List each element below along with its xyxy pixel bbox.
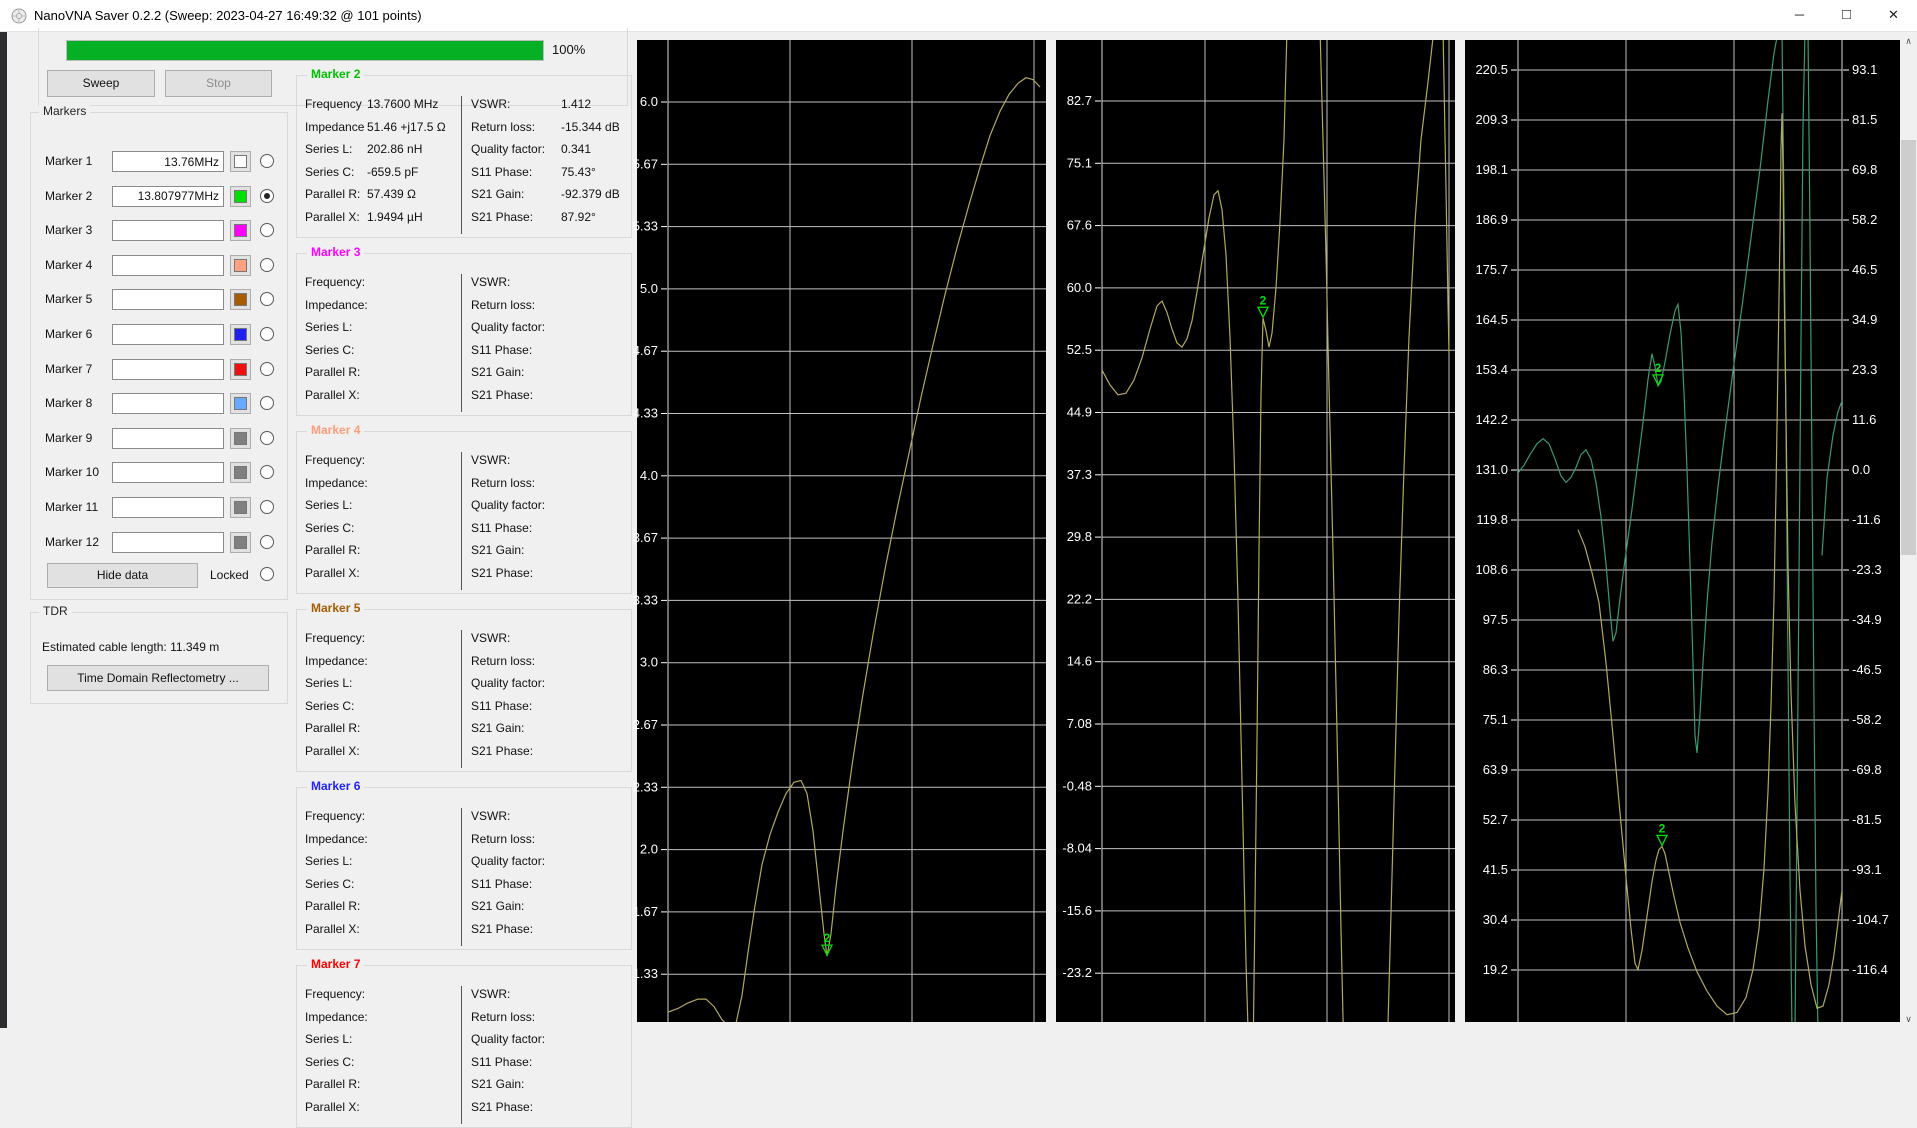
svg-text:67.6: 67.6 xyxy=(1067,218,1092,233)
scrollbar-thumb[interactable] xyxy=(1901,140,1916,555)
svg-text:2: 2 xyxy=(1659,821,1666,835)
svg-text:5.33: 5.33 xyxy=(633,219,658,234)
scrollbar-down-icon[interactable]: ∨ xyxy=(1900,1011,1917,1028)
charts-background xyxy=(637,40,1900,1022)
svg-text:2: 2 xyxy=(1260,293,1267,307)
svg-text:3.33: 3.33 xyxy=(633,592,658,607)
svg-text:3.0: 3.0 xyxy=(640,655,658,670)
svg-text:-34.9: -34.9 xyxy=(1852,612,1882,627)
marker-data-label: S21 Gain: xyxy=(471,1077,525,1091)
svg-text:198.1: 198.1 xyxy=(1475,162,1508,177)
svg-text:60.0: 60.0 xyxy=(1067,280,1092,295)
svg-text:4.67: 4.67 xyxy=(633,343,658,358)
svg-text:-93.1: -93.1 xyxy=(1852,862,1882,877)
svg-text:3.67: 3.67 xyxy=(633,530,658,545)
svg-text:-81.5: -81.5 xyxy=(1852,812,1882,827)
svg-text:81.5: 81.5 xyxy=(1852,112,1877,127)
svg-text:58.2: 58.2 xyxy=(1852,212,1877,227)
svg-text:30.4: 30.4 xyxy=(1483,912,1508,927)
svg-text:220.5: 220.5 xyxy=(1475,62,1508,77)
svg-text:142.2: 142.2 xyxy=(1475,412,1508,427)
scrollbar-up-icon[interactable]: ∧ xyxy=(1900,33,1917,50)
svg-text:6.0: 6.0 xyxy=(640,94,658,109)
marker-data-label: S11 Phase: xyxy=(471,1054,533,1069)
svg-text:-69.8: -69.8 xyxy=(1852,762,1882,777)
svg-text:44.9: 44.9 xyxy=(1067,405,1092,420)
charts-area[interactable]: 6.0 5.67 5.33 5.0 4.67 4.33 4.0 3.67 3.33 3.0 2.67… xyxy=(0,0,1917,1028)
marker-data-label: Quality factor: xyxy=(471,1032,546,1046)
svg-text:46.5: 46.5 xyxy=(1852,262,1877,277)
svg-text:2: 2 xyxy=(1655,361,1662,375)
svg-text:22.2: 22.2 xyxy=(1067,591,1092,606)
svg-text:1.33: 1.33 xyxy=(633,966,658,981)
svg-text:131.0: 131.0 xyxy=(1475,462,1508,477)
svg-text:-23.3: -23.3 xyxy=(1852,562,1882,577)
svg-text:86.3: 86.3 xyxy=(1483,662,1508,677)
svg-text:-104.7: -104.7 xyxy=(1852,912,1889,927)
svg-text:5.67: 5.67 xyxy=(633,156,658,171)
svg-text:29.8: 29.8 xyxy=(1067,529,1092,544)
svg-text:2: 2 xyxy=(824,931,831,945)
svg-text:-116.4: -116.4 xyxy=(1852,962,1888,977)
svg-text:19.2: 19.2 xyxy=(1483,962,1508,977)
charts-scrollbar[interactable]: ∧ ∨ xyxy=(1900,33,1917,1028)
svg-text:186.9: 186.9 xyxy=(1475,212,1508,227)
svg-text:0.0: 0.0 xyxy=(1852,462,1870,477)
svg-text:175.7: 175.7 xyxy=(1475,262,1508,277)
svg-text:52.5: 52.5 xyxy=(1067,342,1092,357)
svg-text:75.1: 75.1 xyxy=(1483,712,1508,727)
svg-text:37.3: 37.3 xyxy=(1067,467,1092,482)
svg-text:69.8: 69.8 xyxy=(1852,162,1877,177)
svg-text:2.67: 2.67 xyxy=(633,717,658,732)
marker-data-label: Parallel X: xyxy=(305,1099,360,1114)
svg-text:108.6: 108.6 xyxy=(1475,562,1508,577)
svg-text:82.7: 82.7 xyxy=(1067,93,1092,108)
svg-text:63.9: 63.9 xyxy=(1483,762,1508,777)
svg-text:7.08: 7.08 xyxy=(1067,716,1092,731)
svg-text:23.3: 23.3 xyxy=(1852,362,1877,377)
svg-text:-8.04: -8.04 xyxy=(1062,841,1092,856)
svg-text:5.0: 5.0 xyxy=(640,281,658,296)
svg-text:14.6: 14.6 xyxy=(1067,654,1092,669)
svg-text:34.9: 34.9 xyxy=(1852,312,1877,327)
marker-data-label: Series L: xyxy=(305,1032,353,1046)
svg-text:1.67: 1.67 xyxy=(633,904,658,919)
chart-divider-1 xyxy=(1046,33,1056,1028)
svg-text:2.0: 2.0 xyxy=(640,842,658,857)
svg-text:11.6: 11.6 xyxy=(1852,412,1876,427)
svg-text:41.5: 41.5 xyxy=(1483,862,1508,877)
svg-text:153.4: 153.4 xyxy=(1475,362,1508,377)
svg-text:164.5: 164.5 xyxy=(1475,312,1508,327)
svg-text:-23.2: -23.2 xyxy=(1062,965,1092,980)
svg-text:209.3: 209.3 xyxy=(1475,112,1508,127)
svg-text:4.33: 4.33 xyxy=(633,406,658,421)
svg-text:75.1: 75.1 xyxy=(1067,155,1092,170)
svg-text:119.8: 119.8 xyxy=(1476,512,1508,527)
svg-text:-46.5: -46.5 xyxy=(1852,662,1882,677)
svg-text:2.33: 2.33 xyxy=(633,779,658,794)
marker-data-label: Parallel R: xyxy=(305,1077,361,1091)
svg-text:97.5: 97.5 xyxy=(1483,612,1508,627)
svg-text:52.7: 52.7 xyxy=(1483,812,1508,827)
svg-text:93.1: 93.1 xyxy=(1852,62,1877,77)
svg-text:-11.6: -11.6 xyxy=(1852,512,1881,527)
svg-text:-15.6: -15.6 xyxy=(1062,903,1092,918)
svg-text:4.0: 4.0 xyxy=(640,468,658,483)
marker-data-label: S21 Phase: xyxy=(471,1099,534,1114)
svg-text:-0.48: -0.48 xyxy=(1062,778,1092,793)
svg-text:-58.2: -58.2 xyxy=(1852,712,1882,727)
chart-divider-2 xyxy=(1455,33,1465,1028)
marker-data-label: Series C: xyxy=(305,1054,355,1069)
